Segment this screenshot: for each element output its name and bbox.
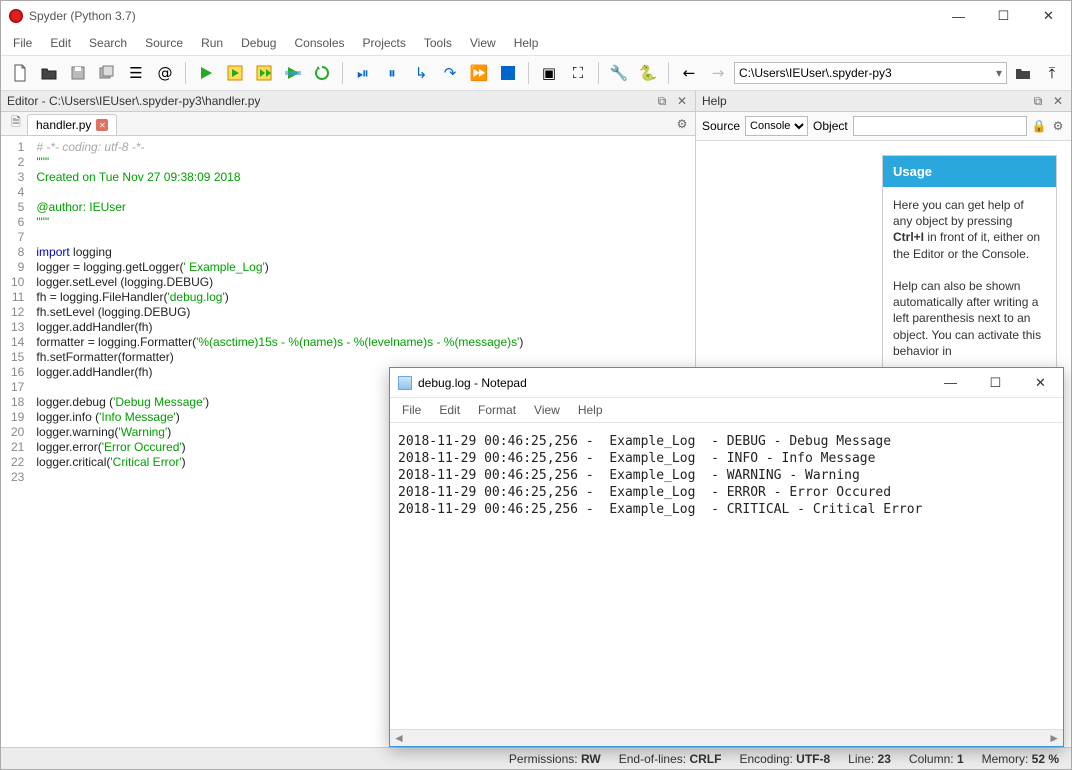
help-object-label: Object — [813, 119, 848, 133]
notepad-content[interactable]: 2018-11-29 00:46:25,256 - Example_Log - … — [390, 423, 1063, 729]
status-eol-label: End-of-lines: — [619, 752, 686, 766]
minimize-button[interactable]: — — [936, 1, 981, 31]
tab-list-icon[interactable]: 🗎 — [9, 117, 23, 131]
menu-source[interactable]: Source — [137, 33, 191, 53]
browse-dir-icon[interactable] — [1010, 60, 1036, 86]
notepad-window[interactable]: debug.log - Notepad — ☐ ✕ FileEditFormat… — [389, 367, 1064, 747]
tab-options-icon[interactable]: ⚙ — [675, 117, 689, 131]
status-col-label: Column: — [909, 752, 954, 766]
at-icon[interactable]: @ — [152, 60, 178, 86]
menu-consoles[interactable]: Consoles — [286, 33, 352, 53]
help-header: Help ⧉ ✕ — [696, 91, 1071, 112]
titlebar[interactable]: Spyder (Python 3.7) — ☐ ✕ — [1, 1, 1071, 31]
close-button[interactable]: ✕ — [1026, 1, 1071, 31]
usage-card: Usage Here you can get help of any objec… — [882, 155, 1057, 370]
menu-search[interactable]: Search — [81, 33, 135, 53]
line-gutter: 1234567891011121314151617181920212223 — [1, 136, 30, 747]
debug-step-icon[interactable]: ⏯ — [350, 60, 376, 86]
help-undock-icon[interactable]: ⧉ — [1031, 94, 1045, 108]
notepad-menu-format[interactable]: Format — [470, 400, 524, 420]
status-mem: 52 % — [1032, 752, 1059, 766]
run-cell-advance-icon[interactable] — [251, 60, 277, 86]
menu-view[interactable]: View — [462, 33, 504, 53]
editor-header: Editor - C:\Users\IEUser\.spyder-py3\han… — [1, 91, 695, 112]
menu-run[interactable]: Run — [193, 33, 231, 53]
notepad-menu-file[interactable]: File — [394, 400, 429, 420]
save-icon[interactable] — [65, 60, 91, 86]
notepad-maximize-button[interactable]: ☐ — [973, 368, 1018, 397]
menu-edit[interactable]: Edit — [42, 33, 79, 53]
run-selection-icon[interactable] — [280, 60, 306, 86]
menu-projects[interactable]: Projects — [355, 33, 414, 53]
rerun-icon[interactable] — [309, 60, 335, 86]
status-enc-label: Encoding: — [739, 752, 792, 766]
working-dir-text: C:\Users\IEUser\.spyder-py3 — [739, 66, 892, 80]
main-toolbar: ☰ @ ⏯ ⏸ ↳ ↷ ⏩ ▣ ⛶ 🔧 🐍 ← → C:\Users\IEUse… — [1, 56, 1071, 91]
tab-handler-py[interactable]: handler.py ✕ — [27, 114, 117, 135]
help-source-label: Source — [702, 119, 740, 133]
help-object-input[interactable] — [853, 116, 1027, 136]
preferences-icon[interactable]: 🔧 — [606, 60, 632, 86]
menu-debug[interactable]: Debug — [233, 33, 284, 53]
status-enc: UTF-8 — [796, 752, 830, 766]
status-perm-label: Permissions: — [509, 752, 578, 766]
save-all-icon[interactable] — [94, 60, 120, 86]
menu-file[interactable]: File — [5, 33, 40, 53]
back-icon[interactable]: ← — [676, 60, 702, 86]
debug-continue-icon[interactable]: ⏩ — [466, 60, 492, 86]
debug-step-over-icon[interactable]: ↷ — [437, 60, 463, 86]
usage-text: Here you can get help of any object by p… — [883, 187, 1056, 369]
status-mem-label: Memory: — [982, 752, 1029, 766]
debug-step-into-icon[interactable]: ↳ — [408, 60, 434, 86]
menu-tools[interactable]: Tools — [416, 33, 460, 53]
debug-pause-icon[interactable]: ⏸ — [379, 60, 405, 86]
tab-label: handler.py — [36, 118, 91, 132]
statusbar: Permissions: RW End-of-lines: CRLF Encod… — [1, 747, 1071, 769]
status-col: 1 — [957, 752, 964, 766]
status-line-label: Line: — [848, 752, 874, 766]
working-dir-input[interactable]: C:\Users\IEUser\.spyder-py3▾ — [734, 62, 1007, 84]
help-close-icon[interactable]: ✕ — [1051, 94, 1065, 108]
forward-icon[interactable]: → — [705, 60, 731, 86]
pane-undock-icon[interactable]: ⧉ — [655, 94, 669, 108]
maximize-button[interactable]: ☐ — [981, 1, 1026, 31]
python-path-icon[interactable]: 🐍 — [635, 60, 661, 86]
status-eol: CRLF — [689, 752, 721, 766]
maximize-pane-icon[interactable]: ▣ — [536, 60, 562, 86]
parent-dir-icon[interactable]: ⤒ — [1039, 60, 1065, 86]
notepad-menu-help[interactable]: Help — [570, 400, 611, 420]
lock-icon[interactable]: 🔒 — [1032, 119, 1046, 133]
menubar: FileEditSearchSourceRunDebugConsolesProj… — [1, 31, 1071, 56]
tab-close-icon[interactable]: ✕ — [96, 119, 108, 131]
notepad-scrollbar[interactable]: ◄► — [390, 729, 1063, 746]
pane-close-icon[interactable]: ✕ — [675, 94, 689, 108]
fullscreen-icon[interactable]: ⛶ — [565, 60, 591, 86]
open-file-icon[interactable] — [36, 60, 62, 86]
help-source-select[interactable]: Console — [745, 116, 808, 136]
notepad-titlebar[interactable]: debug.log - Notepad — ☐ ✕ — [390, 368, 1063, 398]
notepad-minimize-button[interactable]: — — [928, 368, 973, 397]
notepad-icon — [398, 376, 412, 390]
debug-stop-icon[interactable] — [495, 60, 521, 86]
notepad-title: debug.log - Notepad — [418, 376, 928, 390]
spyder-icon — [9, 9, 23, 23]
usage-title: Usage — [883, 156, 1056, 187]
editor-header-text: Editor - C:\Users\IEUser\.spyder-py3\han… — [7, 94, 260, 108]
status-perm: RW — [581, 752, 601, 766]
help-options-icon[interactable]: ⚙ — [1051, 119, 1065, 133]
status-line: 23 — [878, 752, 891, 766]
menu-help[interactable]: Help — [506, 33, 547, 53]
run-icon[interactable] — [193, 60, 219, 86]
notepad-menu-edit[interactable]: Edit — [431, 400, 468, 420]
list-icon[interactable]: ☰ — [123, 60, 149, 86]
notepad-menu-view[interactable]: View — [526, 400, 568, 420]
help-header-text: Help — [702, 94, 727, 108]
window-title: Spyder (Python 3.7) — [29, 9, 936, 23]
notepad-close-button[interactable]: ✕ — [1018, 368, 1063, 397]
new-file-icon[interactable] — [7, 60, 33, 86]
editor-tabs: 🗎 handler.py ✕ ⚙ — [1, 112, 695, 136]
notepad-menubar: FileEditFormatViewHelp — [390, 398, 1063, 423]
help-toolbar: Source Console Object 🔒 ⚙ — [696, 112, 1071, 141]
run-cell-icon[interactable] — [222, 60, 248, 86]
